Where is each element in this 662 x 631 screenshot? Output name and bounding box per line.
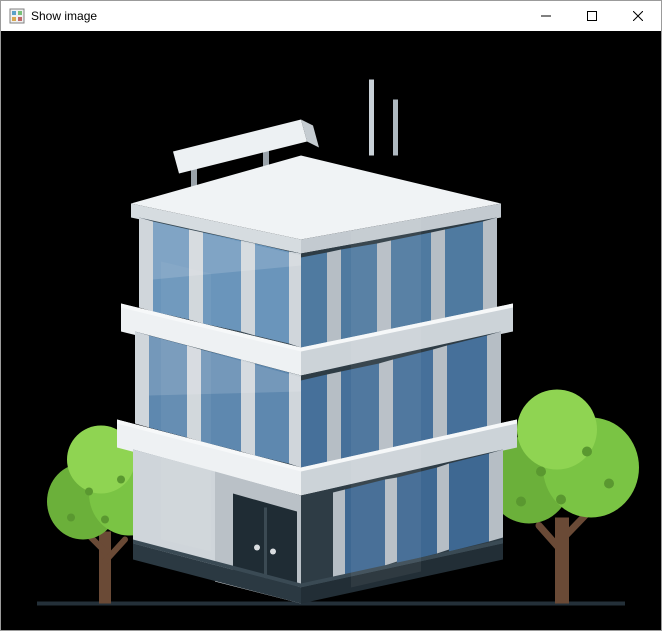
minimize-button[interactable]: [523, 1, 569, 31]
close-button[interactable]: [615, 1, 661, 31]
application-window: Show image: [0, 0, 662, 631]
window-title: Show image: [31, 9, 97, 23]
app-icon: [9, 8, 25, 24]
client-area: [1, 31, 661, 630]
maximize-button[interactable]: [569, 1, 615, 31]
titlebar-left: Show image: [1, 8, 97, 24]
titlebar[interactable]: Show image: [1, 1, 661, 31]
content-image: [1, 31, 661, 630]
window-controls: [523, 1, 661, 31]
